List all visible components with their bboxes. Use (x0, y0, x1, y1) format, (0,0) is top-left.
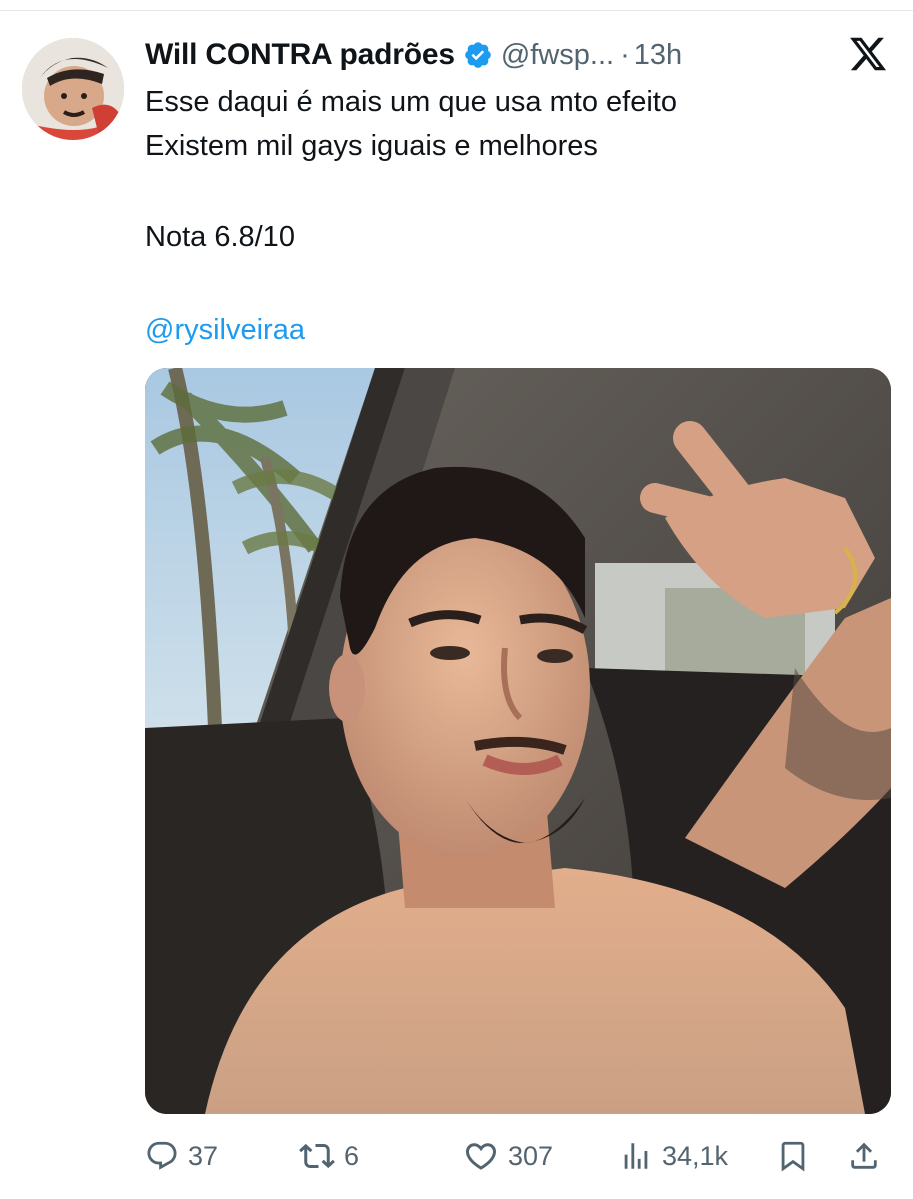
share-button[interactable] (847, 1134, 881, 1178)
photo-image (145, 368, 891, 1114)
tweet-media-photo[interactable] (145, 368, 891, 1114)
author-display-name[interactable]: Will CONTRA padrões (145, 38, 455, 72)
like-count: 307 (508, 1140, 554, 1171)
tweet-header: Will CONTRA padrões @fwsp... · 13h (145, 34, 682, 76)
share-icon (851, 1142, 877, 1169)
views-count: 34,1k (662, 1140, 729, 1171)
top-divider (0, 10, 913, 11)
retweet-count: 6 (344, 1140, 360, 1171)
tweet-action-bar: 37 6 307 34,1k (145, 1134, 891, 1178)
header-separator: · (620, 38, 630, 71)
retweet-button[interactable]: 6 (299, 1134, 359, 1178)
reply-count: 37 (188, 1140, 219, 1171)
tweet-text-line: Esse daqui é mais um que usa mto efeito (145, 86, 677, 118)
views-icon (624, 1143, 648, 1169)
views-button[interactable]: 34,1k (619, 1134, 728, 1178)
like-button[interactable]: 307 (463, 1134, 553, 1178)
reply-button[interactable]: 37 (145, 1134, 218, 1178)
author-avatar[interactable] (22, 38, 124, 140)
bookmark-button[interactable] (776, 1134, 810, 1178)
tweet-text-line: Existem mil gays iguais e melhores (145, 130, 598, 162)
author-handle[interactable]: @fwsp... (501, 39, 614, 72)
heart-icon (465, 1143, 497, 1170)
verified-badge-icon (463, 40, 493, 70)
tweet-timestamp[interactable]: 13h (634, 39, 682, 72)
mention-link[interactable]: @rysilveiraa (145, 308, 305, 352)
tweet-text-line: Nota 6.8/10 (145, 221, 295, 253)
avatar-image (22, 38, 124, 140)
retweet-icon (299, 1143, 335, 1169)
bookmark-icon (781, 1141, 805, 1172)
x-logo-icon (848, 34, 888, 74)
reply-icon (147, 1141, 177, 1170)
